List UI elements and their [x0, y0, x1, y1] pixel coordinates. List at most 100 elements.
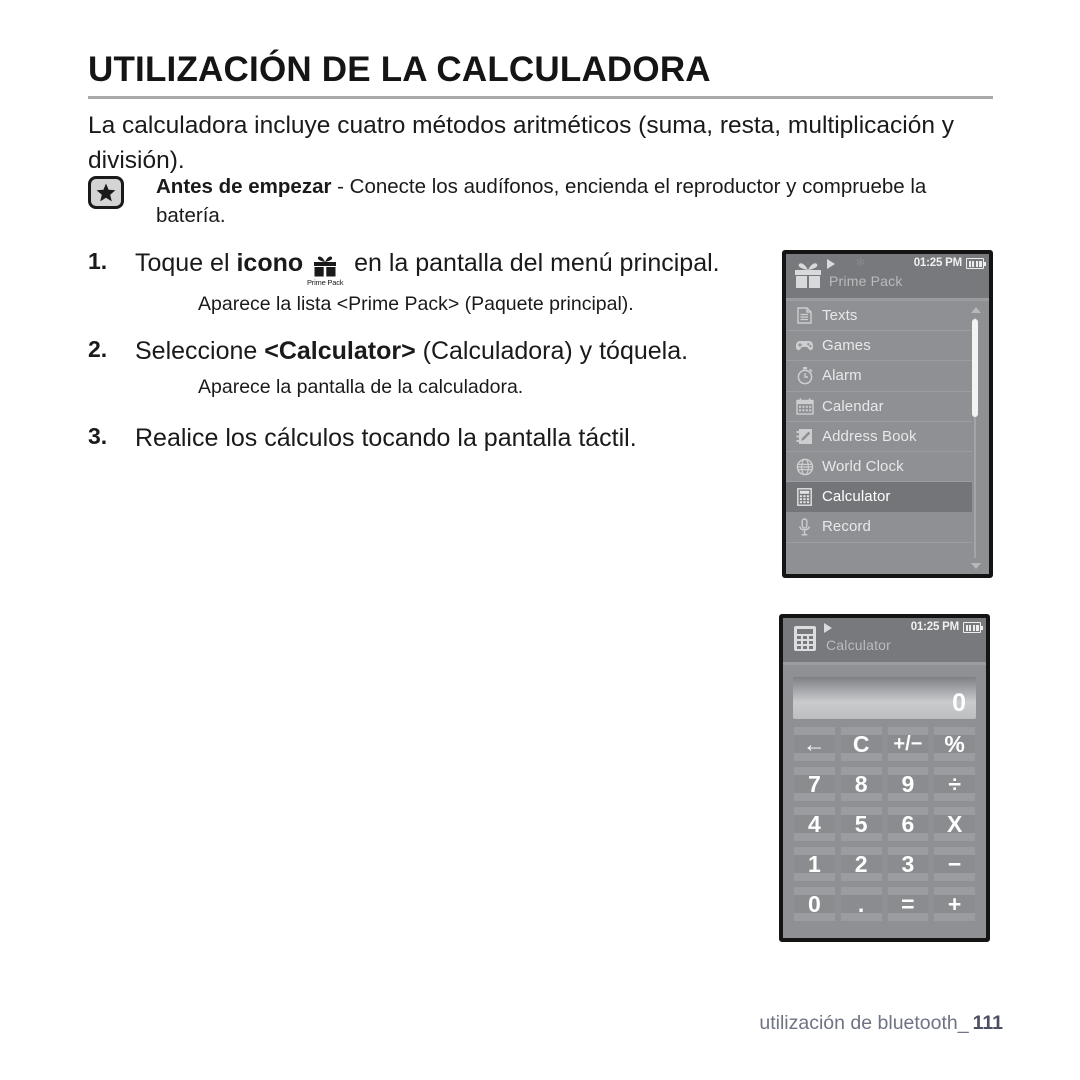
prime-pack-glyph [303, 255, 347, 277]
menu-item-label: Address Book [822, 427, 917, 445]
step-2-bold: <Calculator> [264, 337, 416, 365]
calculator-keypad: ← C +/−% 7 8 9 ÷ 4 5 6 X 1 2 3 − 0. = + [790, 725, 979, 923]
menu-item-alarm[interactable]: Alarm [786, 361, 972, 392]
status-time: 01:25 PM [913, 257, 962, 269]
menu-item-label: Alarm [822, 367, 862, 385]
note-label: Antes de empezar [156, 175, 332, 198]
intro-paragraph: La calculadora incluye cuatro métodos ar… [88, 112, 955, 174]
key-label: − [947, 851, 962, 877]
battery-full-icon [963, 622, 983, 633]
key-label: ÷ [948, 771, 961, 797]
bluetooth-icon: ✻ [856, 257, 866, 269]
menu-item-games[interactable]: Games [786, 331, 972, 362]
equals-key[interactable]: = [885, 885, 931, 923]
calculator-icon [794, 486, 815, 507]
key-label: 5 [854, 811, 868, 837]
step-2-text: Seleccione <Calculator> (Calculadora) y … [135, 334, 768, 368]
menu-item-texts[interactable]: Texts [786, 301, 972, 332]
menu-item-label: Games [822, 337, 871, 355]
menu-item-world-clock[interactable]: World Clock [786, 452, 972, 483]
play-icon [827, 259, 835, 269]
menu-item-calculator[interactable]: Calculator [786, 482, 972, 513]
menu-item-label: Calendar [822, 397, 884, 415]
chevron-down-icon[interactable] [971, 563, 981, 569]
key-label: + [947, 891, 962, 917]
stopwatch-icon [794, 365, 815, 386]
step-1-text-before: Toque el [135, 249, 237, 277]
step-1-bold: icono [236, 249, 304, 277]
key-label: . [857, 891, 865, 917]
step-1-number: 1. [88, 248, 108, 274]
document-icon [794, 305, 815, 326]
star-icon [88, 176, 124, 209]
calculator-body: 0 ← C +/−% 7 8 9 ÷ 4 5 6 X 1 2 3 − 0. = + [783, 665, 986, 938]
step-2-text-before: Seleccione [135, 337, 265, 365]
menu-scrollbar[interactable] [968, 305, 984, 571]
step-2: 2. Seleccione <Calculator> (Calculadora)… [88, 334, 768, 368]
digit-4-key[interactable]: 4 [792, 805, 837, 843]
digit-2-key[interactable]: 2 [838, 845, 884, 883]
menu-item-address-book[interactable]: Address Book [786, 422, 972, 452]
multiply-key[interactable]: X [932, 805, 977, 843]
backspace-key[interactable]: ← [792, 725, 837, 763]
step-3-text: Realice los cálculos tocando la pantalla… [135, 424, 637, 452]
step-3-number: 3. [88, 423, 108, 449]
digit-1-key[interactable]: 1 [792, 845, 837, 883]
step-2-sub: Aparece la pantalla de la calculadora. [198, 376, 524, 398]
key-label: ← [802, 731, 826, 757]
digit-0-key[interactable]: 0 [792, 885, 837, 923]
digit-9-key[interactable]: 9 [885, 765, 931, 803]
page-title: UTILIZACIÓN DE LA CALCULADORA [88, 50, 711, 89]
digit-7-key[interactable]: 7 [792, 765, 837, 803]
digit-8-key[interactable]: 8 [838, 765, 884, 803]
calc-status-bar: 01:25 PM Calculator [783, 618, 986, 665]
decimal-point-key[interactable]: . [838, 885, 884, 923]
step-2-number: 2. [88, 336, 108, 362]
key-label: = [901, 891, 915, 917]
gift-box-icon [793, 259, 823, 289]
step-1-sub: Aparece la lista <Prime Pack> (Paquete p… [198, 293, 634, 315]
step-1: 1. Toque el icono Prime Pack en la panta… [88, 246, 768, 287]
key-label: 1 [807, 851, 821, 877]
clear-key[interactable]: C [838, 725, 884, 763]
digit-5-key[interactable]: 5 [838, 805, 884, 843]
sign-toggle-key[interactable]: +/− [885, 725, 931, 763]
page-footer: utilización de bluetooth_ 111 [0, 1012, 1003, 1035]
key-label: X [946, 811, 963, 837]
play-icon [824, 623, 832, 633]
footer-chapter-label: utilización de bluetooth_ [759, 1012, 969, 1034]
prime-pack-menu-list: Texts Games Alarm Calendar Address Book … [786, 301, 972, 543]
calc-app-title: Calculator [826, 637, 892, 653]
key-label: % [944, 731, 965, 757]
scrollbar-thumb[interactable] [972, 319, 978, 417]
step-1-text-after: en la pantalla del menú principal. [347, 249, 720, 277]
menu-status-bar: ✻ 01:25 PM Prime Pack [786, 254, 989, 301]
step-3: 3. Realice los cálculos tocando la panta… [88, 421, 768, 455]
before-you-start-note: Antes de empezar - Conecte los audífonos… [88, 172, 993, 230]
menu-item-calendar[interactable]: Calendar [786, 392, 972, 422]
globe-icon [794, 456, 815, 477]
microphone-icon [794, 516, 815, 537]
percent-key[interactable]: % [932, 725, 977, 763]
device-screenshot-calculator: 01:25 PM Calculator 0 ← C +/−% 7 8 9 ÷ 4 5 6 X 1 2 3 −… [779, 614, 990, 942]
subtract-key[interactable]: − [932, 845, 977, 883]
divide-key[interactable]: ÷ [932, 765, 977, 803]
digit-3-key[interactable]: 3 [885, 845, 931, 883]
note-text: Antes de empezar - Conecte los audífonos… [156, 172, 993, 230]
steps-list: 1. Toque el icono Prime Pack en la panta… [88, 246, 768, 455]
chevron-up-icon[interactable] [971, 307, 981, 313]
add-key[interactable]: + [932, 885, 977, 923]
calculator-display-value: 0 [952, 689, 966, 717]
key-label: 9 [901, 771, 915, 797]
digit-6-key[interactable]: 6 [885, 805, 931, 843]
prime-pack-caption: Prime Pack [306, 278, 344, 287]
menu-item-record[interactable]: Record [786, 512, 972, 543]
menu-app-title: Prime Pack [829, 273, 903, 289]
title-divider [88, 96, 993, 99]
menu-item-label: World Clock [822, 458, 904, 476]
key-label: 8 [854, 771, 868, 797]
step-2-text-after: (Calculadora) y tóquela. [415, 337, 689, 365]
step-1-text: Toque el icono Prime Pack en la pantalla… [135, 246, 768, 287]
key-label: 2 [854, 851, 868, 877]
key-label: +/− [893, 733, 923, 755]
